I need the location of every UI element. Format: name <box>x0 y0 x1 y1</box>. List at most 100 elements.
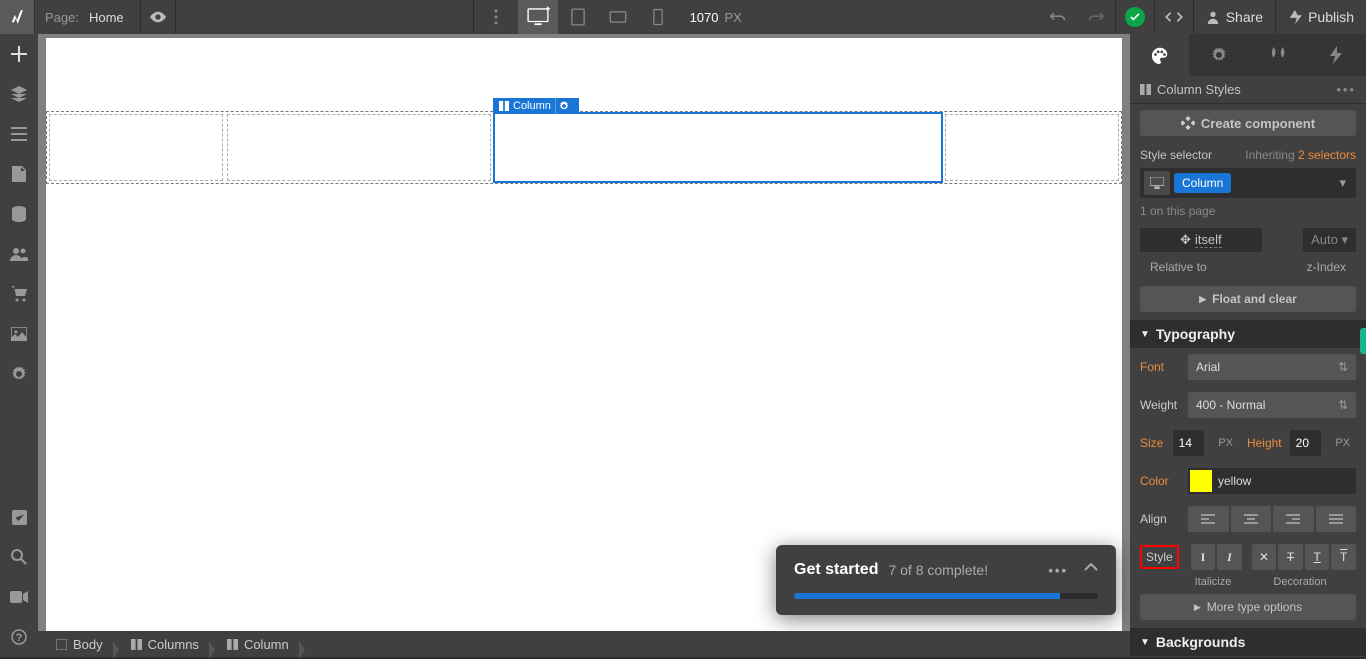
crumb-columns[interactable]: Columns <box>121 637 209 652</box>
page-label: Page: <box>35 10 89 25</box>
font-select[interactable]: Arial ⇅ <box>1188 354 1356 380</box>
align-left[interactable] <box>1188 506 1229 532</box>
undo-button[interactable] <box>1039 0 1077 34</box>
ecommerce-button[interactable] <box>0 274 38 314</box>
page-name[interactable]: Home <box>89 10 124 25</box>
device-desktop[interactable]: ✦ <box>518 0 558 34</box>
crumb-body[interactable]: Body <box>46 637 113 652</box>
style-label-highlighted: Style <box>1140 545 1179 569</box>
selector-state-button[interactable] <box>1144 171 1170 195</box>
cms-button[interactable] <box>0 194 38 234</box>
color-label: Color <box>1140 474 1180 488</box>
column-icon <box>1140 84 1151 95</box>
height-input[interactable]: 20 <box>1290 430 1322 456</box>
decoration-overline[interactable]: T <box>1331 544 1356 570</box>
breadcrumb: Body Columns Column <box>38 631 1130 657</box>
align-center[interactable] <box>1231 506 1272 532</box>
selector-dropdown[interactable]: ▾ <box>1333 175 1352 191</box>
panel-menu-icon[interactable]: ••• <box>1336 82 1356 97</box>
sparkle-icon: ✦ <box>544 4 552 15</box>
element-settings-icon[interactable] <box>555 98 573 114</box>
canvas[interactable]: Column <box>46 38 1122 631</box>
get-started-title: Get started <box>794 561 878 579</box>
progress-bar <box>794 593 1098 599</box>
left-sidebar: ? <box>0 34 38 657</box>
preview-button[interactable] <box>141 0 175 34</box>
svg-text:?: ? <box>16 632 23 644</box>
columns-row[interactable]: Column <box>46 111 1122 184</box>
add-element-button[interactable] <box>0 34 38 74</box>
device-phone-landscape[interactable] <box>598 0 638 34</box>
export-code-button[interactable] <box>1155 0 1193 34</box>
decoration-none[interactable]: ✕ <box>1252 544 1277 570</box>
more-dots-icon[interactable] <box>494 9 498 25</box>
share-button[interactable]: Share <box>1194 0 1275 34</box>
position-itself[interactable]: ✥itself <box>1140 228 1262 252</box>
users-button[interactable] <box>0 234 38 274</box>
get-started-progress: 7 of 8 complete! <box>888 562 988 578</box>
get-started-popup: Get started 7 of 8 complete! ••• <box>776 545 1116 615</box>
style-italic[interactable]: I <box>1217 544 1242 570</box>
color-input[interactable]: yellow <box>1188 468 1356 494</box>
pages-button[interactable] <box>0 154 38 194</box>
float-clear-button[interactable]: ▶Float and clear <box>1140 286 1356 312</box>
on-page-count: 1 on this page <box>1130 204 1366 226</box>
status-indicator[interactable] <box>1125 7 1145 27</box>
column-3-selected[interactable]: Column <box>493 112 943 183</box>
topbar: Page: Home ✦ 1070PX <box>0 0 1366 34</box>
column-icon <box>499 101 509 111</box>
panel-header: Column Styles ••• <box>1130 76 1366 104</box>
audit-button[interactable] <box>0 497 38 537</box>
redo-button[interactable] <box>1077 0 1115 34</box>
component-icon <box>1181 116 1195 130</box>
size-label: Size <box>1140 436 1165 450</box>
selector-input[interactable]: Column ▾ <box>1140 168 1356 198</box>
weight-label: Weight <box>1140 398 1180 412</box>
help-button[interactable]: ? <box>0 617 38 657</box>
webflow-logo[interactable] <box>0 0 34 34</box>
position-auto[interactable]: Auto ▾ <box>1303 228 1356 252</box>
tab-effects[interactable] <box>1248 34 1307 76</box>
feedback-tab[interactable] <box>1360 328 1366 354</box>
font-label: Font <box>1140 360 1180 374</box>
device-tablet[interactable] <box>558 0 598 34</box>
tab-style[interactable] <box>1130 34 1189 76</box>
navigator-button[interactable] <box>0 114 38 154</box>
more-type-options[interactable]: ▶More type options <box>1140 594 1356 620</box>
device-group: ✦ <box>518 0 678 34</box>
decoration-strike[interactable]: T <box>1278 544 1303 570</box>
device-phone[interactable] <box>638 0 678 34</box>
selection-label: Column <box>493 98 579 114</box>
weight-select[interactable]: 400 - Normal ⇅ <box>1188 392 1356 418</box>
settings-button[interactable] <box>0 354 38 394</box>
align-label: Align <box>1140 512 1180 526</box>
publish-button[interactable]: Publish <box>1276 0 1366 34</box>
selector-tag[interactable]: Column <box>1174 173 1231 193</box>
column-2[interactable] <box>227 114 491 181</box>
section-backgrounds[interactable]: ▼Backgrounds <box>1130 628 1366 656</box>
color-swatch[interactable] <box>1190 470 1212 492</box>
style-regular[interactable]: I <box>1191 544 1216 570</box>
canvas-width[interactable]: 1070PX <box>690 10 742 25</box>
selector-row: Style selector Inheriting 2 selectors <box>1130 142 1366 168</box>
align-justify[interactable] <box>1316 506 1357 532</box>
more-options-icon[interactable]: ••• <box>1048 563 1068 578</box>
align-right[interactable] <box>1273 506 1314 532</box>
crumb-column[interactable]: Column <box>217 637 299 652</box>
search-button[interactable] <box>0 537 38 577</box>
tab-interactions[interactable] <box>1307 34 1366 76</box>
right-panel: Column Styles ••• Create component Style… <box>1130 34 1366 657</box>
decoration-underline[interactable]: T <box>1305 544 1330 570</box>
canvas-area: Column <box>38 34 1130 631</box>
section-typography[interactable]: ▼Typography <box>1130 320 1366 348</box>
tab-settings[interactable] <box>1189 34 1248 76</box>
video-button[interactable] <box>0 577 38 617</box>
column-1[interactable] <box>49 114 223 181</box>
create-component-button[interactable]: Create component <box>1140 110 1356 136</box>
assets-button[interactable] <box>0 314 38 354</box>
size-input[interactable]: 14 <box>1173 430 1205 456</box>
column-4[interactable] <box>945 114 1119 181</box>
components-button[interactable] <box>0 74 38 114</box>
height-label: Height <box>1247 436 1282 450</box>
chevron-up-icon[interactable] <box>1084 563 1098 571</box>
